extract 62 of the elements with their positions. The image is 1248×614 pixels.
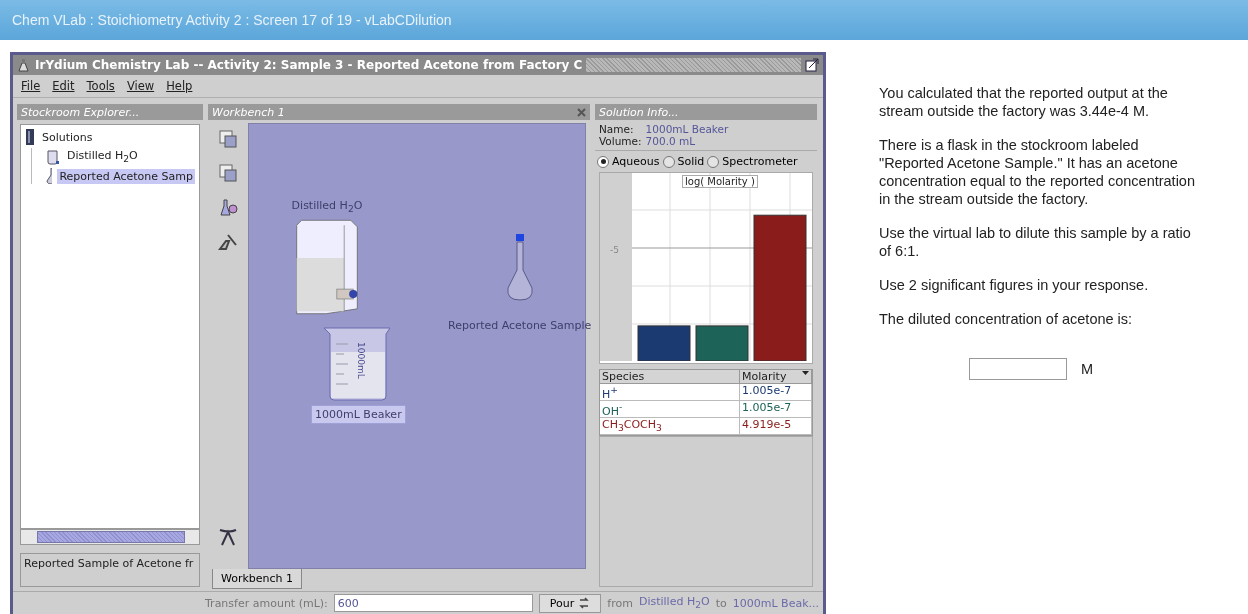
- unit-label: M: [1081, 361, 1094, 377]
- lab-icon: [17, 58, 31, 72]
- workbench-tab[interactable]: Workbench 1: [212, 569, 303, 589]
- maximize-icon[interactable]: [805, 58, 819, 72]
- tree-item[interactable]: Solutions: [40, 129, 95, 145]
- transfer-label: Transfer amount (mL):: [205, 596, 328, 610]
- bottle-icon: [25, 129, 35, 145]
- page-title: Chem VLab : Stoichiometry Activity 2 : Screen 17 of 19 - vLabCDilution: [12, 12, 452, 28]
- instruction-text: The diluted concentration of acetone is:: [879, 310, 1134, 328]
- tree-item[interactable]: Distilled H$_{2}$O: [65, 148, 140, 166]
- view-radio[interactable]: Spectrometer: [707, 155, 798, 168]
- menu-item[interactable]: Tools: [86, 79, 115, 93]
- column-header[interactable]: Species: [600, 370, 740, 384]
- window-title: IrYdium Chemistry Lab -- Activity 2: Sample 3 - Reported Acetone from Factory C: [35, 58, 583, 72]
- bottle-icon: [46, 148, 60, 165]
- solution-name: 1000mL Beaker: [645, 123, 730, 135]
- beaker-marking: 1000mL: [356, 342, 367, 379]
- glassware-icon[interactable]: [218, 197, 238, 217]
- panel-header: Stockroom Explorer...: [17, 104, 203, 120]
- table-cell: H$^{+}$: [600, 384, 740, 401]
- solution-volume: 700.0 mL: [645, 135, 697, 147]
- flask-icon: [46, 168, 53, 185]
- table-cell: 4.919e-5: [740, 418, 812, 435]
- item-label: Reported Acetone Sample: [447, 318, 593, 334]
- view-radio[interactable]: Solid: [662, 155, 705, 168]
- sort-icon: [802, 370, 809, 376]
- instruction-text: Use 2 significant figures in your response.: [879, 276, 1150, 294]
- instruction-text: Use the virtual lab to dilute this sample by a ratio of 6:1.: [879, 224, 1192, 260]
- tree-item[interactable]: Reported Acetone Samp: [57, 168, 195, 184]
- menu-item[interactable]: File: [21, 79, 41, 93]
- horizontal-scrollbar[interactable]: [20, 529, 200, 545]
- table-cell: OH$^{-}$: [600, 401, 740, 418]
- table-cell: 1.005e-7: [740, 401, 812, 418]
- field-label: Volume:: [599, 135, 642, 147]
- copy-icon[interactable]: [218, 129, 238, 149]
- from-label: from: [607, 596, 633, 610]
- chart-title: log( Molarity ): [682, 175, 758, 188]
- field-label: Name:: [599, 123, 635, 135]
- instruction-text: There is a flask in the stockroom labeled "Reported Acetone Sample." It has an acetone concentration equal to the reported concentration in the stream outside the factory.: [879, 136, 1196, 208]
- paste-icon[interactable]: [218, 163, 238, 183]
- table-cell: 1.005e-7: [740, 384, 812, 401]
- panel-header: Solution Info...: [595, 104, 817, 120]
- item-label: Distilled H$_{2}$O: [290, 198, 364, 217]
- axis-tick: -5: [610, 245, 619, 255]
- swap-arrows-icon: [578, 597, 591, 609]
- item-label: 1000mL Beaker: [311, 405, 406, 424]
- answer-field[interactable]: [969, 358, 1067, 380]
- close-icon[interactable]: [577, 107, 586, 117]
- instruction-text: You calculated that the reported output at the stream outside the factory was 3.44e-4 M.: [879, 84, 1169, 120]
- pour-button[interactable]: Pour: [538, 593, 602, 613]
- tweezers-icon[interactable]: [218, 527, 238, 547]
- panel-title: Workbench 1: [212, 105, 285, 119]
- volumetric-flask-drawing: [504, 234, 535, 302]
- column-header[interactable]: Molarity: [740, 370, 812, 384]
- menu-item[interactable]: Edit: [52, 79, 75, 93]
- menu-item[interactable]: Help: [166, 79, 193, 93]
- table-cell: CH$_{3}$COCH$_{3}$: [600, 418, 740, 435]
- to-label: to: [715, 596, 727, 610]
- description-text: Reported Sample of Acetone fr: [20, 553, 200, 587]
- transfer-amount-field[interactable]: 600: [333, 594, 533, 612]
- view-radio[interactable]: Aqueous: [597, 155, 660, 168]
- menu-item[interactable]: View: [126, 79, 155, 93]
